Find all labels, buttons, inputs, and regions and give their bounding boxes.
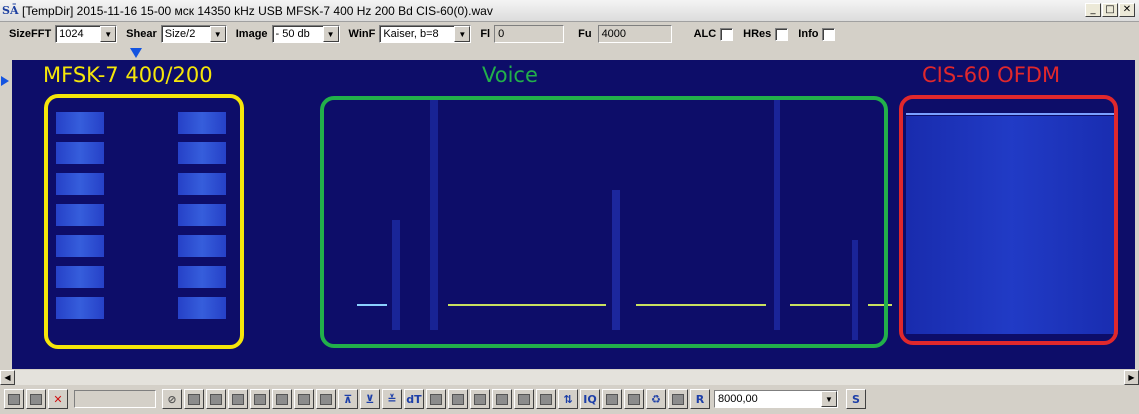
page-icon	[232, 393, 244, 405]
page-icon	[452, 393, 464, 405]
voice-region-box	[320, 96, 888, 348]
sizefft-select[interactable]: 1024 ▼	[55, 25, 118, 43]
tool-button-6[interactable]	[294, 389, 314, 409]
alc-checkbox[interactable]: ALC	[694, 27, 734, 41]
ofdm-region-box	[899, 95, 1118, 345]
swap-arrows-icon: ⇅	[563, 392, 573, 406]
chevron-down-icon: ▼	[209, 26, 226, 42]
frequency-marker-bar[interactable]	[0, 46, 1139, 60]
image-select[interactable]: - 50 db ▼	[271, 25, 340, 43]
page-icon	[540, 393, 552, 405]
title-bar: SĀ [TempDir] 2015-11-16 15-00 мск 14350 …	[0, 0, 1139, 22]
tool-button-14[interactable]	[602, 389, 622, 409]
bottom-toolbar: ✕ ⊘ ⊼ ⊻ ≚ dT ⇅ IQ ♻ R 8000,00 ▼ S	[0, 386, 1139, 412]
align-top-icon: ⊼	[343, 392, 353, 406]
image-label: Image	[235, 28, 268, 40]
sizefft-label: SizeFFT	[9, 28, 52, 40]
delete-button[interactable]: ✕	[48, 389, 68, 409]
hres-checkbox[interactable]: HRes	[743, 27, 789, 41]
fu-label: Fu	[578, 28, 592, 40]
align-center-button[interactable]: ≚	[382, 389, 402, 409]
tool-button-2[interactable]	[206, 389, 226, 409]
winf-label: WinF	[348, 28, 376, 40]
minimize-button[interactable]: _	[1085, 3, 1101, 17]
scroll-right-button[interactable]: ▶	[1124, 370, 1139, 385]
tool-button-12[interactable]	[514, 389, 534, 409]
tool-button-10[interactable]	[470, 389, 490, 409]
disk-icon	[30, 393, 42, 405]
spectrogram-view[interactable]: MFSK-7 400/200 Voice CIS-60 OFDM	[12, 60, 1135, 369]
page-icon	[496, 393, 508, 405]
tool-button-13[interactable]	[536, 389, 556, 409]
maximize-button[interactable]: □	[1102, 3, 1118, 17]
page-icon	[606, 393, 618, 405]
no-entry-icon: ⊘	[167, 392, 177, 406]
dt-button[interactable]: dT	[404, 389, 424, 409]
page-icon	[254, 393, 266, 405]
status-field	[74, 390, 156, 408]
tool-button-5[interactable]	[272, 389, 292, 409]
page-icon	[188, 393, 200, 405]
page-icon	[298, 393, 310, 405]
fu-field[interactable]: 4000	[597, 25, 672, 43]
tool-button-7[interactable]	[316, 389, 336, 409]
page-icon	[672, 393, 684, 405]
recycle-icon: ♻	[651, 392, 661, 406]
window-title: [TempDir] 2015-11-16 15-00 мск 14350 kHz…	[22, 3, 493, 18]
tool-button-11[interactable]	[492, 389, 512, 409]
stop-button[interactable]: ⊘	[162, 389, 182, 409]
time-marker-icon[interactable]	[1, 76, 9, 86]
chevron-down-icon: ▼	[821, 391, 837, 407]
page-icon	[320, 393, 332, 405]
mfsk-label: MFSK-7 400/200	[43, 63, 213, 87]
page-icon	[518, 393, 530, 405]
tool-button-3[interactable]	[228, 389, 248, 409]
winf-select[interactable]: Kaiser, b=8 ▼	[379, 25, 472, 43]
window-controls: _ □ ✕	[1085, 3, 1135, 17]
tool-button-9[interactable]	[448, 389, 468, 409]
settings-toolbar: SizeFFT 1024 ▼ Shear Size/2 ▼ Image - 50…	[0, 22, 1139, 46]
chevron-down-icon: ▼	[322, 26, 339, 42]
frequency-select[interactable]: 8000,00 ▼	[714, 390, 838, 408]
red-x-icon: ✕	[53, 392, 63, 406]
app-icon: SĀ	[2, 4, 19, 17]
chevron-down-icon: ▼	[100, 26, 117, 42]
align-bottom-button[interactable]: ⊻	[360, 389, 380, 409]
save-file-button[interactable]	[26, 389, 46, 409]
page-icon	[628, 393, 640, 405]
tool-button-16[interactable]	[668, 389, 688, 409]
page-icon	[276, 393, 288, 405]
voice-label: Voice	[482, 63, 538, 87]
tool-button-4[interactable]	[250, 389, 270, 409]
fl-field[interactable]: 0	[494, 25, 565, 43]
align-center-icon: ≚	[387, 392, 397, 406]
chevron-down-icon: ▼	[454, 26, 471, 42]
close-button[interactable]: ✕	[1119, 3, 1135, 17]
r-button[interactable]: R	[690, 389, 710, 409]
recycle-button[interactable]: ♻	[646, 389, 666, 409]
shear-select[interactable]: Size/2 ▼	[160, 25, 227, 43]
s-button[interactable]: S	[846, 389, 866, 409]
mfsk-region-box	[44, 94, 244, 349]
align-bottom-icon: ⊻	[365, 392, 375, 406]
frequency-marker-icon[interactable]	[130, 48, 142, 58]
scroll-left-button[interactable]: ◀	[0, 370, 15, 385]
align-top-button[interactable]: ⊼	[338, 389, 358, 409]
shear-label: Shear	[126, 28, 157, 40]
swap-button[interactable]: ⇅	[558, 389, 578, 409]
horizontal-scrollbar[interactable]: ◀ ▶	[0, 370, 1139, 385]
tool-button-8[interactable]	[426, 389, 446, 409]
fl-label: Fl	[480, 28, 491, 40]
iq-button[interactable]: IQ	[580, 389, 600, 409]
page-icon	[474, 393, 486, 405]
frame-icon	[210, 393, 222, 405]
info-checkbox[interactable]: Info	[798, 27, 836, 41]
page-icon	[430, 393, 442, 405]
tool-button-15[interactable]	[624, 389, 644, 409]
folder-icon	[8, 393, 20, 405]
open-file-button[interactable]	[4, 389, 24, 409]
scroll-track[interactable]	[15, 370, 1124, 385]
tool-button-1[interactable]	[184, 389, 204, 409]
ofdm-label: CIS-60 OFDM	[922, 63, 1061, 87]
